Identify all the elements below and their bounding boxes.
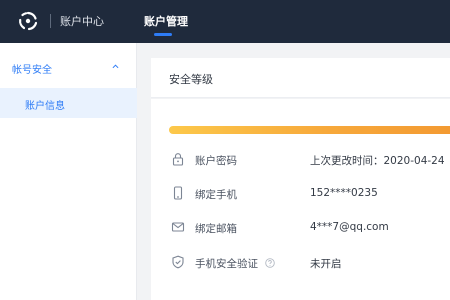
sidebar-group-label: 帐号安全 xyxy=(12,65,52,76)
security-row-password: 账户密码 上次更改时间：2020-04-24 xyxy=(151,150,450,170)
sidebar-item-label: 账户信息 xyxy=(25,101,65,112)
sidebar: 帐号安全 账户信息 xyxy=(0,43,137,300)
sidebar-item-account-info[interactable]: 账户信息 xyxy=(0,88,137,118)
sidebar-group-account-security[interactable]: 帐号安全 xyxy=(0,55,137,79)
security-row-email: 绑定邮箱 4***7@qq.com xyxy=(151,218,450,238)
row-label: 绑定邮箱 xyxy=(195,223,237,235)
row-label: 账户密码 xyxy=(195,155,237,167)
row-value: 未开启 xyxy=(310,258,342,270)
row-label: 绑定手机 xyxy=(195,189,237,201)
lock-icon xyxy=(172,153,184,166)
security-card-header: 安全等级 xyxy=(151,58,450,98)
chevron-up-icon[interactable] xyxy=(112,63,119,70)
nav-tab-account-management[interactable]: 账户管理 xyxy=(144,13,188,29)
row-value: 152****0235 xyxy=(310,187,378,199)
question-circle-icon[interactable] xyxy=(265,258,276,268)
app-title: 账户中心 xyxy=(60,15,104,28)
row-label: 手机安全验证 xyxy=(195,258,258,270)
shield-icon xyxy=(172,255,184,269)
card-title: 安全等级 xyxy=(169,73,213,86)
top-navigation-bar: 账户中心 账户管理 xyxy=(0,0,450,43)
row-value: 上次更改时间：2020-04-24 xyxy=(310,155,445,167)
row-label-with-help: 手机安全验证 xyxy=(195,256,276,271)
mail-icon xyxy=(171,222,185,232)
pinwheel-logo-icon[interactable] xyxy=(18,11,38,31)
row-value: 4***7@qq.com xyxy=(310,221,389,233)
security-level-progress-bar xyxy=(169,126,450,134)
phone-icon xyxy=(173,186,183,200)
nav-active-indicator xyxy=(154,33,172,36)
security-row-phone: 绑定手机 152****0235 xyxy=(151,184,450,204)
security-card-body: 账户密码 上次更改时间：2020-04-24 绑定手机 152****0235 … xyxy=(151,99,450,300)
logo-divider xyxy=(50,14,51,28)
security-row-phone-verification: 手机安全验证 未开启 xyxy=(151,253,450,273)
